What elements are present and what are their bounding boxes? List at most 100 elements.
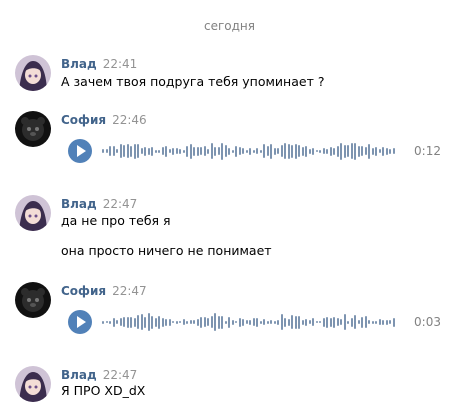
- waveform-bar: [140, 148, 143, 154]
- audio-waveform[interactable]: [102, 307, 398, 337]
- waveform-bar: [133, 317, 136, 327]
- waveform-bar: [168, 149, 171, 153]
- waveform-bar: [357, 145, 360, 157]
- waveform-bar: [389, 148, 391, 154]
- author-name[interactable]: Влад: [61, 57, 97, 71]
- audio-waveform[interactable]: [102, 136, 398, 166]
- author-name[interactable]: Влад: [61, 368, 97, 382]
- message-time[interactable]: 22:47: [103, 368, 138, 382]
- waveform-bar: [112, 146, 115, 156]
- author-name[interactable]: София: [61, 113, 106, 127]
- message-time[interactable]: 22:47: [103, 197, 138, 211]
- waveform-bar: [235, 321, 237, 323]
- waveform-bar: [238, 147, 241, 155]
- waveform-bar: [340, 319, 342, 325]
- waveform-bar: [168, 318, 171, 326]
- waveform-bar: [179, 148, 181, 154]
- waveform-bar: [207, 148, 209, 154]
- waveform-bar: [371, 320, 374, 324]
- waveform-bar: [308, 320, 311, 324]
- waveform-bar: [294, 143, 297, 159]
- waveform-bar: [287, 143, 290, 159]
- avatar-sofia[interactable]: [15, 282, 51, 318]
- waveform-bar: [308, 148, 311, 154]
- waveform-bar: [123, 317, 125, 327]
- waveform-bar: [186, 145, 188, 157]
- waveform-bar: [151, 315, 153, 329]
- avatar-vlad[interactable]: [15, 195, 51, 231]
- waveform-bar: [224, 320, 227, 324]
- waveform-bar: [147, 313, 150, 331]
- waveform-bar: [361, 146, 363, 156]
- waveform-bar: [179, 321, 181, 323]
- waveform-bar: [368, 320, 370, 324]
- waveform-bar: [291, 144, 293, 158]
- author-name[interactable]: София: [61, 284, 106, 298]
- waveform-bar: [175, 320, 178, 324]
- date-separator: сегодня: [204, 19, 255, 33]
- waveform-bar: [368, 143, 370, 159]
- waveform-bar: [172, 321, 174, 323]
- waveform-bar: [214, 146, 216, 156]
- avatar-sofia[interactable]: [15, 111, 51, 147]
- waveform-bar: [389, 320, 391, 324]
- waveform-bar: [235, 145, 237, 157]
- waveform-bar: [392, 148, 395, 154]
- waveform-bar: [210, 143, 213, 159]
- waveform-bar: [259, 149, 262, 153]
- waveform-bar: [203, 146, 206, 156]
- waveform-bar: [333, 147, 335, 155]
- waveform-bar: [270, 143, 272, 159]
- waveform-bar: [126, 316, 129, 328]
- waveform-bar: [126, 144, 129, 158]
- waveform-bar: [319, 149, 321, 153]
- waveform-bar: [137, 315, 139, 329]
- waveform-bar: [189, 320, 192, 324]
- avatar-vlad[interactable]: [15, 55, 51, 91]
- voice-message: 0:03: [68, 307, 448, 337]
- waveform-bar: [305, 318, 307, 326]
- waveform-bar: [102, 149, 104, 153]
- waveform-bar: [291, 315, 293, 329]
- waveform-bar: [238, 317, 241, 327]
- waveform-bar: [322, 148, 325, 154]
- waveform-bar: [207, 318, 209, 326]
- waveform-bar: [172, 147, 174, 155]
- message-header: Влад 22:41: [61, 57, 137, 71]
- waveform-bar: [385, 319, 388, 325]
- waveform-bar: [375, 146, 377, 156]
- avatar-vlad[interactable]: [15, 366, 51, 402]
- waveform-bar: [336, 145, 339, 157]
- message-time[interactable]: 22:47: [112, 284, 147, 298]
- waveform-bar: [277, 148, 279, 154]
- waveform-bar: [109, 146, 111, 156]
- waveform-bar: [378, 319, 381, 325]
- waveform-bar: [263, 144, 265, 158]
- waveform-bar: [364, 147, 367, 155]
- waveform-bar: [266, 320, 269, 324]
- waveform-bar: [214, 313, 216, 331]
- message-header: Влад 22:47: [61, 368, 137, 382]
- message-time[interactable]: 22:46: [112, 113, 147, 127]
- waveform-bar: [252, 318, 255, 326]
- waveform-bar: [315, 321, 318, 323]
- waveform-bar: [105, 149, 108, 153]
- waveform-bar: [312, 147, 314, 155]
- author-name[interactable]: Влад: [61, 197, 97, 211]
- message-time[interactable]: 22:41: [103, 57, 138, 71]
- waveform-bar: [382, 146, 384, 156]
- waveform-bar: [319, 321, 321, 323]
- waveform-bar: [203, 317, 206, 327]
- play-button[interactable]: [68, 310, 92, 334]
- waveform-bar: [158, 315, 160, 329]
- waveform-bar: [154, 149, 157, 153]
- waveform-bar: [259, 320, 262, 324]
- waveform-bar: [298, 315, 300, 329]
- waveform-bar: [133, 143, 136, 159]
- waveform-bar: [340, 142, 342, 160]
- waveform-bar: [256, 317, 258, 327]
- waveform-bar: [221, 315, 223, 329]
- waveform-bar: [130, 145, 132, 157]
- play-button[interactable]: [68, 139, 92, 163]
- waveform-bar: [245, 149, 248, 153]
